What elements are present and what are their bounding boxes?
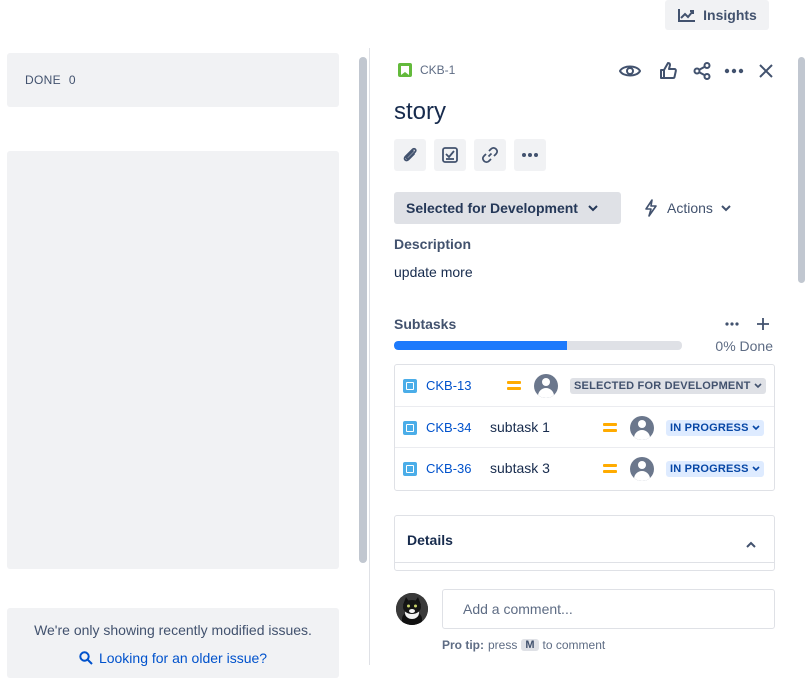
subtask-status-label: IN PROGRESS (670, 422, 749, 434)
priority-medium-icon (507, 381, 521, 390)
comment-placeholder: Add a comment... (463, 601, 573, 617)
issue-title[interactable]: story (394, 98, 446, 126)
older-issue-link-label: Looking for an older issue? (98, 650, 268, 666)
insights-label: Insights (703, 7, 757, 23)
board-scrollbar[interactable] (359, 57, 367, 563)
more-tools-button[interactable] (514, 139, 546, 171)
subtask-status-dropdown[interactable]: IN PROGRESS (666, 461, 764, 477)
priority-medium-icon (603, 464, 617, 473)
insights-button[interactable]: Insights (665, 0, 769, 30)
story-icon (398, 63, 412, 77)
subtask-key[interactable]: CKB-13 (426, 378, 472, 393)
subtasks-done-label: 0% Done (715, 338, 773, 354)
subtask-key[interactable]: CKB-34 (426, 420, 472, 435)
watch-eye-icon[interactable] (617, 58, 643, 84)
subtask-row[interactable]: CKB-13 SELECTED FOR DEVELOPMENT (395, 365, 774, 406)
description-text[interactable]: update more (394, 264, 473, 280)
subtask-status-dropdown[interactable]: IN PROGRESS (666, 420, 764, 436)
subtask-icon (403, 462, 417, 476)
details-divider (395, 562, 774, 563)
subtasks-progress-fill (394, 341, 567, 350)
priority-medium-icon (603, 423, 617, 432)
chevron-down-icon (721, 204, 731, 211)
search-icon (79, 651, 93, 665)
subtask-status-dropdown[interactable]: SELECTED FOR DEVELOPMENT (570, 378, 766, 394)
link-issue-button[interactable] (474, 139, 506, 171)
subtask-row[interactable]: CKB-36 subtask 3 IN PROGRESS (395, 447, 774, 489)
unassigned-avatar-icon[interactable] (630, 457, 654, 481)
paperclip-icon (403, 147, 417, 162)
subtask-row[interactable]: CKB-34 subtask 1 IN PROGRESS (395, 406, 774, 448)
details-heading: Details (407, 532, 453, 548)
issue-key: CKB-1 (420, 63, 456, 77)
column-count: 0 (68, 73, 76, 87)
chevron-down-icon (588, 204, 598, 211)
status-label: Selected for Development (406, 200, 578, 216)
older-issues-notice: We're only showing recently modified iss… (7, 608, 339, 678)
add-comment-input[interactable]: Add a comment... (442, 589, 775, 629)
details-section[interactable]: Details (394, 515, 775, 571)
done-column-body (7, 151, 339, 569)
subtask-icon (403, 421, 417, 435)
subtask-icon (403, 379, 417, 393)
subtasks-heading: Subtasks (394, 316, 457, 332)
chevron-down-icon (752, 466, 760, 472)
subtasks-progress-bar (394, 341, 682, 350)
unassigned-avatar-icon[interactable] (630, 416, 654, 440)
pro-tip-suffix: to comment (542, 638, 606, 652)
status-dropdown[interactable]: Selected for Development (394, 192, 621, 224)
subtask-key[interactable]: CKB-36 (426, 461, 472, 476)
subtasks-more-icon[interactable] (725, 316, 741, 332)
actions-label: Actions (667, 200, 713, 216)
close-icon[interactable] (753, 58, 779, 84)
subtask-status-label: IN PROGRESS (670, 463, 749, 475)
current-user-avatar (396, 593, 428, 625)
add-subtask-icon[interactable] (755, 316, 771, 332)
pro-tip-key: M (521, 639, 539, 651)
chevron-down-icon (753, 383, 762, 389)
lightning-icon (645, 199, 657, 217)
older-issue-link[interactable]: Looking for an older issue? (7, 650, 339, 666)
attach-button[interactable] (394, 139, 426, 171)
column-title: DONE (25, 73, 61, 87)
more-actions-icon[interactable] (721, 58, 747, 84)
trend-chart-icon (678, 9, 696, 22)
pro-tip-label: Pro tip: (442, 638, 484, 652)
actions-dropdown[interactable]: Actions (643, 192, 731, 224)
panel-divider (369, 48, 370, 665)
subtask-summary: subtask 3 (490, 460, 550, 476)
unassigned-avatar-icon[interactable] (534, 374, 558, 398)
detail-panel-scrollbar[interactable] (798, 57, 805, 283)
pro-tip-press: press (488, 638, 518, 652)
issue-breadcrumb[interactable]: CKB-1 (398, 60, 455, 80)
share-icon[interactable] (689, 58, 715, 84)
checklist-icon (442, 147, 458, 163)
older-issues-note: We're only showing recently modified iss… (34, 622, 312, 638)
more-icon (522, 153, 538, 157)
thumbs-up-icon[interactable] (655, 58, 681, 84)
subtasks-table: CKB-13 SELECTED FOR DEVELOPMENT CKB-34 s… (394, 364, 775, 491)
pro-tip: Pro tip: press M to comment (442, 638, 605, 652)
description-heading: Description (394, 236, 472, 252)
done-column-header: DONE 0 (7, 53, 339, 107)
link-icon (481, 146, 499, 164)
chevron-up-icon[interactable] (746, 535, 756, 551)
chevron-down-icon (752, 425, 760, 431)
add-subtask-button[interactable] (434, 139, 466, 171)
subtask-status-label: SELECTED FOR DEVELOPMENT (574, 380, 751, 392)
subtask-summary: subtask 1 (490, 419, 550, 435)
